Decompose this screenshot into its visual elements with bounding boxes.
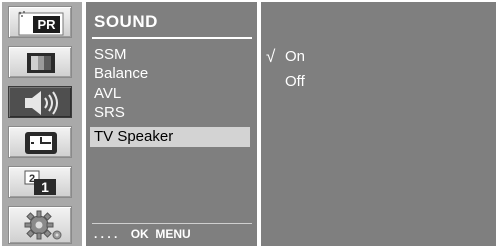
check-icon: √: [266, 47, 276, 66]
navigation-dots: . . . .: [94, 227, 118, 241]
gear-icon[interactable]: [8, 206, 72, 244]
menu-item-tv-speaker[interactable]: TV Speaker: [90, 127, 250, 147]
option-off[interactable]: Off: [285, 73, 305, 91]
picture-icon-label: PR: [37, 17, 56, 32]
menu-item-ssm[interactable]: SSM: [94, 46, 127, 64]
menu-hint: MENU: [155, 227, 191, 241]
clock-icon[interactable]: [8, 126, 72, 158]
option-on[interactable]: On: [285, 48, 305, 66]
channel-icon[interactable]: 2 1: [8, 166, 72, 198]
options-panel: √ On Off: [261, 2, 496, 246]
menu-item-srs[interactable]: SRS: [94, 104, 125, 122]
footer-divider: [92, 223, 252, 224]
footer-hint: . . . . OK MENU: [94, 227, 191, 241]
channel-icon-label: 1: [41, 179, 49, 195]
menu-title: SOUND: [94, 12, 158, 31]
picture-icon[interactable]: PR: [8, 6, 72, 38]
tv-osd-sound-menu: PR 2 1 SOUND SSM Balance AVL SRS TV Spea…: [0, 0, 496, 246]
ok-hint: OK: [130, 227, 149, 241]
speaker-icon[interactable]: [8, 86, 72, 118]
menu-category-column: PR 2 1: [2, 2, 82, 246]
screen-icon[interactable]: [8, 46, 72, 78]
menu-item-balance[interactable]: Balance: [94, 65, 148, 83]
menu-item-avl[interactable]: AVL: [94, 85, 121, 103]
sound-menu-panel: SOUND SSM Balance AVL SRS TV Speaker . .…: [86, 2, 257, 246]
title-divider: [92, 37, 252, 39]
